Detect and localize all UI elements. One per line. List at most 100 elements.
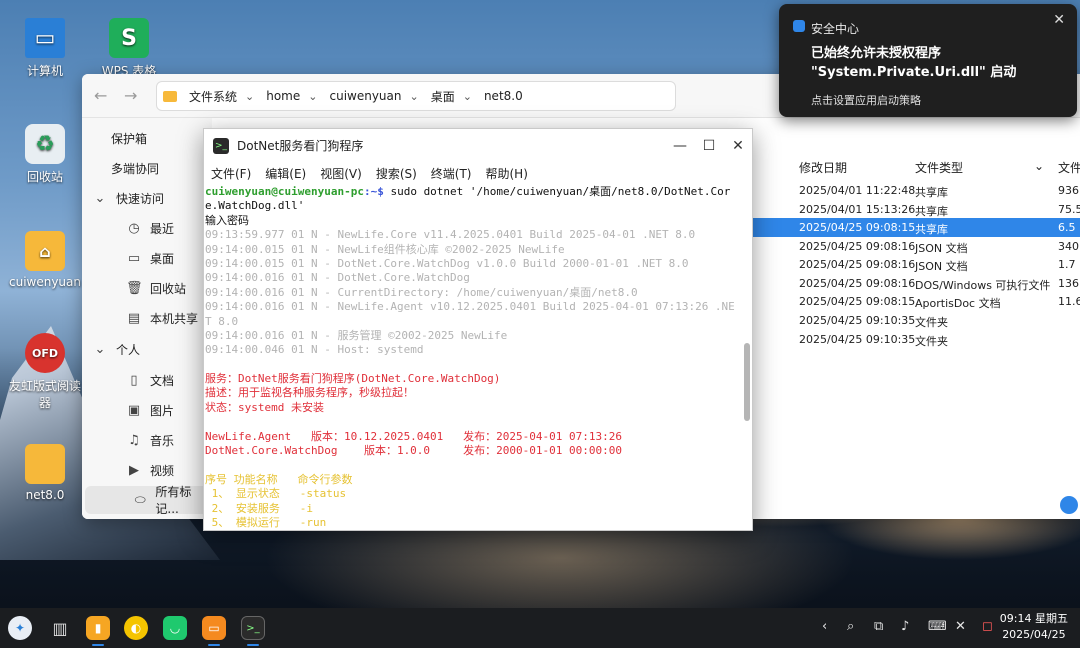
table-row[interactable]: 2025/04/25 09:10:35 文件夹 xyxy=(752,330,1080,349)
terminal-menubar: 文件(F) 编辑(E) 视图(V) 搜索(S) 终端(T) 帮助(H) xyxy=(204,162,752,184)
chat-app-icon[interactable]: ◡ xyxy=(163,616,187,640)
network-off-icon[interactable]: ✕ xyxy=(955,619,966,634)
breadcrumb-item[interactable]: 桌面 ⌄ xyxy=(425,88,478,105)
ofd-reader-icon: OFD xyxy=(25,333,65,373)
desktop-icon-home-folder[interactable]: ⌂ cuiwenyuan xyxy=(5,231,85,289)
table-row[interactable]: 2025/04/25 09:10:35 文件夹 xyxy=(752,311,1080,330)
file-manager-icon[interactable]: ▮ xyxy=(86,616,110,640)
service-line: 服务：DotNet服务看门狗程序(DotNet.Core.WatchDog) xyxy=(205,372,501,386)
table-row[interactable]: 2025/04/01 11:22:48共享库936.( xyxy=(752,181,1080,200)
sidebar-section-quick-access[interactable]: ⌄ 快速访问 xyxy=(82,184,212,212)
sidebar-section-personal[interactable]: ⌄ 个人 xyxy=(82,335,212,363)
chevron-down-icon: ⌄ xyxy=(94,341,106,357)
start-menu-icon[interactable]: ✦ xyxy=(8,616,32,640)
menu-help[interactable]: 帮助(H) xyxy=(479,165,535,182)
desktop-icon-computer[interactable]: ▭ 计算机 xyxy=(5,18,85,79)
screenshot-icon[interactable]: ⧉ xyxy=(874,619,883,634)
log-line: 09:14:00.016 01 N - DotNet.Core.WatchDog xyxy=(205,271,470,285)
terminal-scrollbar[interactable] xyxy=(744,343,750,421)
music-icon: ♫ xyxy=(128,432,140,448)
multitask-view-icon[interactable]: ▥ xyxy=(48,616,72,640)
sidebar-item-documents[interactable]: ▯ 文档 xyxy=(82,366,212,394)
log-line: 09:14:00.016 01 N - 服务管理 ©2002-2025 NewL… xyxy=(205,328,508,342)
sidebar-item-music[interactable]: ♫ 音乐 xyxy=(82,426,212,454)
trash-icon: 🗑 xyxy=(126,280,143,296)
desktop-icon-net80-folder[interactable]: net8.0 xyxy=(5,444,85,502)
security-notification[interactable]: 安全中心 ✕ 已始终允许未授权程序 "System.Private.Uri.dl… xyxy=(779,4,1077,117)
menu-line: 序号 功能名称 命令行参数 xyxy=(205,472,353,486)
log-line: 09:14:00.046 01 N - Host: systemd xyxy=(205,343,424,357)
folder-icon xyxy=(163,90,177,102)
menu-file[interactable]: 文件(F) xyxy=(204,165,258,182)
chevron-down-icon[interactable]: ⌄ xyxy=(308,90,317,103)
clock-time: 09:14 星期五 xyxy=(999,612,1068,625)
terminal-taskbar-icon[interactable]: >_ xyxy=(241,616,265,640)
table-row-selected[interactable]: 2025/04/25 09:08:15共享库6.5 K xyxy=(752,218,1080,237)
breadcrumb: 文件系统 ⌄ home ⌄ cuiwenyuan ⌄ 桌面 ⌄ net8.0 xyxy=(156,81,676,111)
chevron-down-icon[interactable]: ⌄ xyxy=(410,90,419,103)
chevron-down-icon[interactable]: ⌄ xyxy=(463,90,472,103)
chevron-down-icon[interactable]: ⌄ xyxy=(245,90,254,103)
sidebar-item-local-share[interactable]: ▤ 本机共享 xyxy=(82,304,212,332)
sidebar-item-trash[interactable]: 🗑 回收站 xyxy=(82,274,212,302)
table-row[interactable]: 2025/04/25 09:08:16DOS/Windows 可执行文件136.… xyxy=(752,274,1080,293)
breadcrumb-item[interactable]: cuiwenyuan ⌄ xyxy=(323,89,424,103)
search-icon[interactable]: ⌕ xyxy=(847,619,854,634)
maximize-button[interactable]: ☐ xyxy=(699,136,719,156)
sidebar: 保护箱 多端协同 ⌄ 快速访问 ◷ 最近 ▭ 桌面 🗑 回收站 ▤ 本机共享 ⌄ 个人 ▯ 文… xyxy=(82,118,212,519)
volume-icon[interactable]: ♪ xyxy=(901,619,909,634)
active-indicator xyxy=(247,644,259,646)
browser-icon[interactable]: ◐ xyxy=(124,616,148,640)
column-file-type[interactable]: 文件类型 xyxy=(915,159,963,176)
notification-message: 已始终允许未授权程序 "System.Private.Uri.dll" 启动 xyxy=(811,46,1017,80)
table-row[interactable]: 2025/04/01 15:13:26 共享库 75.5 xyxy=(752,200,1080,219)
desktop-icon-ofd-reader[interactable]: OFD 友虹版式阅读器 xyxy=(5,333,85,411)
notification-icon[interactable]: ◻ xyxy=(982,619,993,634)
sidebar-item-pictures[interactable]: ▣ 图片 xyxy=(82,396,212,424)
table-row[interactable]: 2025/04/25 09:08:16 JSON 文档 340 xyxy=(752,237,1080,256)
column-file-size[interactable]: 文件 xyxy=(1058,159,1080,176)
sidebar-item-desktop[interactable]: ▭ 桌面 xyxy=(82,244,212,272)
sidebar-item-videos[interactable]: ▶ 视频 xyxy=(82,456,212,484)
menu-view[interactable]: 视图(V) xyxy=(313,165,369,182)
back-arrow-icon[interactable]: ← xyxy=(94,86,107,105)
table-row[interactable]: 2025/04/25 09:08:15 AportisDoc 文档 11.6 xyxy=(752,292,1080,311)
chevron-down-icon[interactable]: ⌄ xyxy=(1034,159,1044,173)
minimize-button[interactable]: — xyxy=(670,136,690,156)
breadcrumb-item[interactable]: home ⌄ xyxy=(260,89,323,103)
log-line: 09:14:00.015 01 N - DotNet.Core.WatchDog… xyxy=(205,256,689,270)
taskbar-clock[interactable]: 09:14 星期五 2025/04/25 xyxy=(1000,611,1068,643)
breadcrumb-item[interactable]: 文件系统 ⌄ xyxy=(183,88,260,105)
column-modified-date[interactable]: 修改日期 xyxy=(799,159,847,176)
breadcrumb-item[interactable]: net8.0 xyxy=(478,89,529,103)
service-line: 状态：systemd 未安装 xyxy=(205,400,324,414)
sidebar-item-recent[interactable]: ◷ 最近 xyxy=(82,214,212,242)
keyboard-icon[interactable]: ⌨ xyxy=(928,619,947,634)
sidebar-item-vault[interactable]: 保护箱 xyxy=(82,124,212,152)
sidebar-item-all-tags[interactable]: ⬭ 所有标记... xyxy=(85,485,209,516)
desktop-icon-label: 回收站 xyxy=(26,170,63,184)
menu-edit[interactable]: 编辑(E) xyxy=(258,165,313,182)
terminal-icon: >_ xyxy=(213,137,229,154)
software-store-icon[interactable]: ▭ xyxy=(202,616,226,640)
log-line: 09:13:59.977 01 N - NewLife.Core v11.4.2… xyxy=(205,228,696,242)
menu-line: 5、 模拟运行 -run xyxy=(205,515,327,529)
menu-terminal[interactable]: 终端(T) xyxy=(424,165,479,182)
menu-search[interactable]: 搜索(S) xyxy=(369,165,424,182)
forward-arrow-icon[interactable]: → xyxy=(124,86,137,105)
table-row[interactable]: 2025/04/25 09:08:16JSON 文档1.7 K xyxy=(752,255,1080,274)
chevron-left-icon[interactable]: ‹ xyxy=(822,619,827,634)
scroll-handle[interactable] xyxy=(1060,496,1078,514)
close-icon[interactable]: ✕ xyxy=(1053,12,1065,28)
desktop-icon-wps-sheet[interactable]: S WPS 表格 xyxy=(89,18,169,79)
menu-line: 1、 显示状态 -status xyxy=(205,487,347,501)
notification-hint[interactable]: 点击设置应用启动策略 xyxy=(811,92,921,108)
close-button[interactable]: ✕ xyxy=(728,136,748,156)
desktop-icon-trash[interactable]: ♻ 回收站 xyxy=(5,124,85,185)
terminal-output[interactable]: cuiwenyuan@cuiwenyuan-pc:~$ sudo dotnet … xyxy=(204,185,752,531)
version-line: DotNet.Core.WatchDog 版本：1.0.0 发布：2000-01… xyxy=(205,444,622,458)
sidebar-item-multi-device[interactable]: 多端协同 xyxy=(82,154,212,182)
terminal-titlebar[interactable]: >_ DotNet服务看门狗程序 — ☐ ✕ xyxy=(204,129,752,162)
password-prompt: 输入密码 xyxy=(205,213,249,227)
taskbar: ✦ ▥ ▮ ◐ ◡ ▭ >_ ‹ ⌕ ⧉ ♪ ⌨ ✕ ◻ 09:14 星期五 2… xyxy=(0,608,1080,648)
